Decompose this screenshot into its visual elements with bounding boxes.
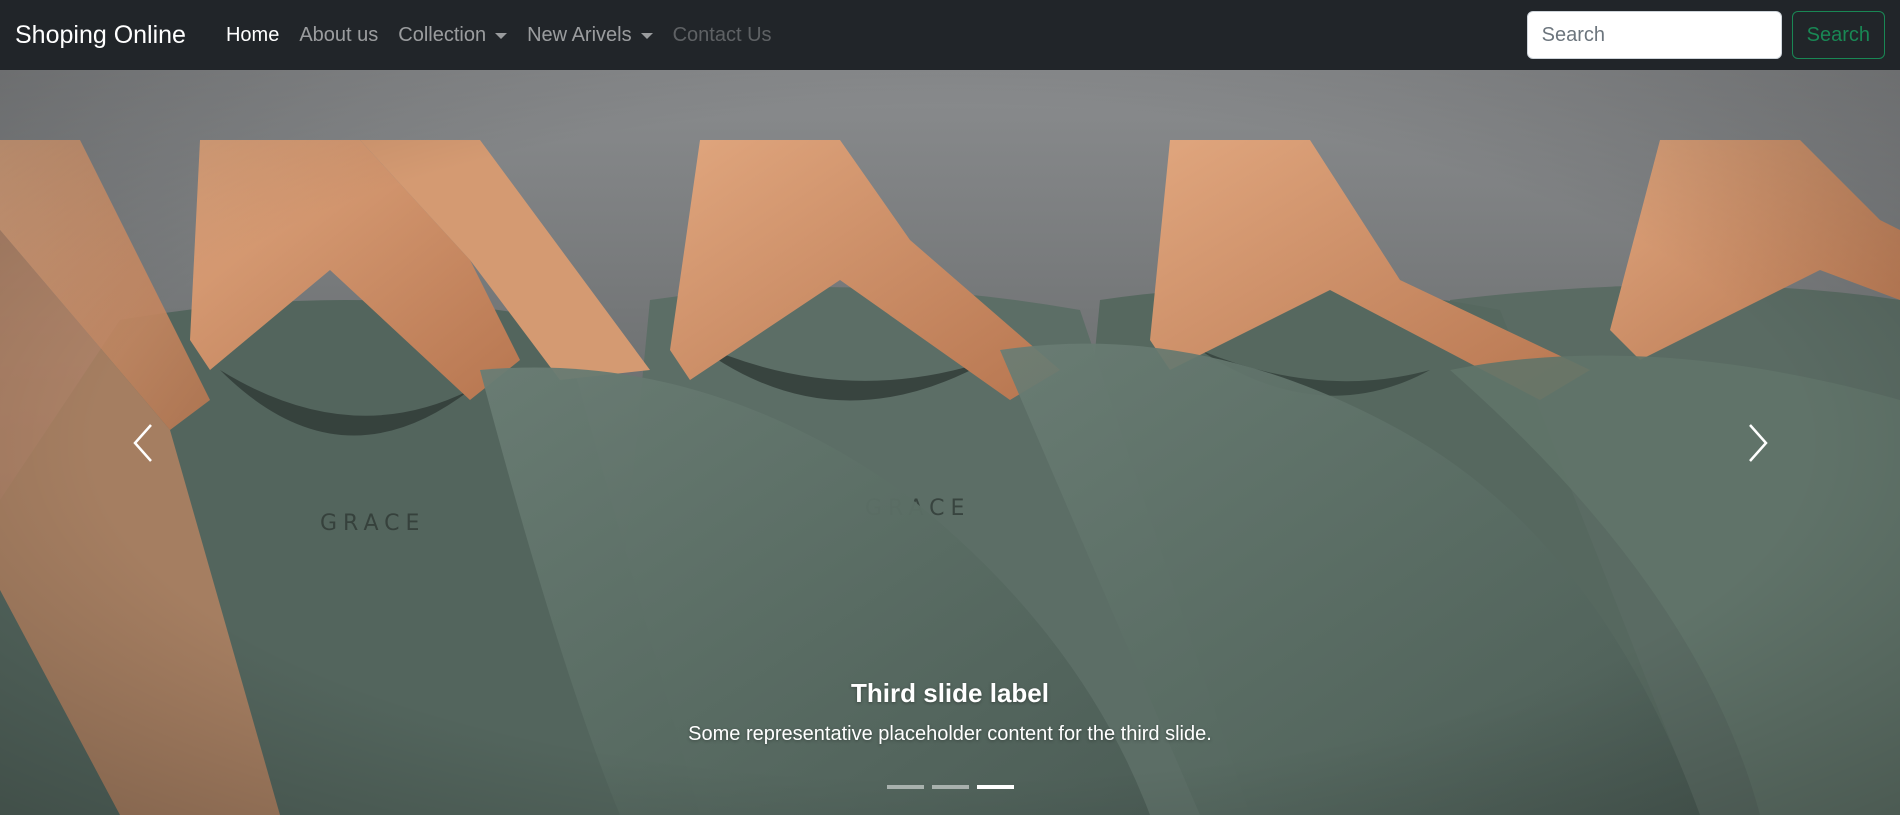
carousel-indicator-1[interactable]: [886, 785, 924, 789]
nav-about-us-label: About us: [299, 23, 379, 46]
chevron-right-icon: [1748, 423, 1768, 462]
slide-caption-title: Third slide label: [851, 678, 1049, 708]
slide-caption-text: Some representative placeholder content …: [688, 723, 1212, 745]
caret-down-icon: [640, 33, 653, 39]
caret-down-icon: [495, 33, 508, 39]
nav-new-arrivals-label: New Arivels: [527, 23, 632, 46]
nav-contact-us-label: Contact Us: [672, 23, 772, 46]
nav-menu: Home About us Collection New Arivels Con…: [216, 24, 782, 47]
hero-carousel: GRACE GRACE Third slide label Some repre…: [0, 70, 1900, 815]
carousel-indicator-3[interactable]: [976, 785, 1014, 789]
search-form: Search: [1526, 11, 1885, 59]
carousel-indicators: [0, 785, 1900, 789]
nav-collection-dropdown[interactable]: Collection: [388, 24, 517, 47]
search-button[interactable]: Search: [1791, 11, 1885, 59]
nav-new-arrivals-dropdown[interactable]: New Arivels: [517, 24, 662, 47]
carousel-caption: Third slide label Some representative pl…: [0, 678, 1900, 746]
brand-logo[interactable]: Shoping Online: [15, 21, 186, 50]
chevron-left-icon: [132, 423, 152, 462]
nav-contact-us: Contact Us: [663, 24, 782, 47]
carousel-indicator-2[interactable]: [931, 785, 969, 789]
nav-home-label: Home: [225, 23, 280, 46]
nav-collection-label: Collection: [398, 23, 487, 46]
nav-home[interactable]: Home: [216, 24, 289, 47]
navbar: Shoping Online Home About us Collection …: [0, 0, 1900, 70]
search-input[interactable]: [1526, 11, 1782, 59]
nav-about-us[interactable]: About us: [289, 24, 388, 47]
